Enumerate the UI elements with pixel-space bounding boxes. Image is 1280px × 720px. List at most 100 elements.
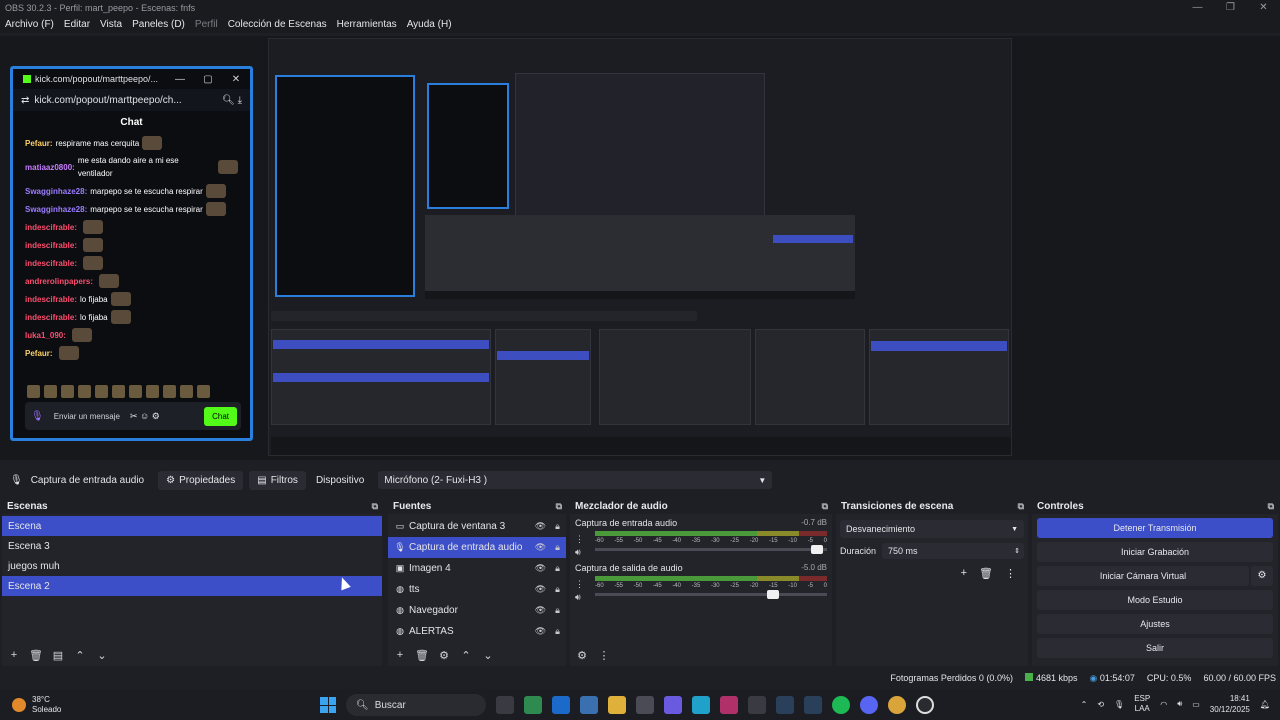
outlook-icon[interactable] [552, 696, 570, 714]
stop-stream-button[interactable]: Detener Transmisión [1037, 518, 1273, 538]
filters-button[interactable]: ▤ Filtros [249, 470, 306, 490]
start-virtual-camera-button[interactable]: Iniciar Cámara Virtual [1037, 566, 1249, 586]
trash-icon[interactable]: 🗑︎ [979, 567, 993, 580]
mixer-menu-icon[interactable]: ⋮ [575, 534, 584, 545]
fader-knob[interactable] [766, 590, 779, 599]
scene-item[interactable]: juegos muh [2, 556, 382, 576]
minimize-button[interactable]: — [1181, 0, 1214, 15]
mixer-menu-icon[interactable]: ⋮ [596, 649, 612, 662]
eye-icon[interactable]: 👁︎ [532, 626, 549, 637]
edge-icon[interactable] [692, 696, 710, 714]
device-select[interactable]: Micrófono (2- Fuxi-H3 ) ▼ [378, 471, 773, 489]
network-icon[interactable]: ⟲ [1097, 700, 1104, 709]
menu-archivo[interactable]: Archivo (F) [5, 19, 54, 30]
dock-float-icon[interactable]: ⧉ [556, 501, 562, 512]
obs-icon[interactable] [916, 696, 934, 714]
battery-icon[interactable]: ▭ [1192, 700, 1200, 709]
settings-button[interactable]: Ajustes [1037, 614, 1273, 634]
dock-float-icon[interactable]: ⧉ [1018, 501, 1024, 512]
chrome-icon[interactable] [888, 696, 906, 714]
dock-float-icon[interactable]: ⧉ [1268, 501, 1274, 512]
exit-button[interactable]: Salir [1037, 638, 1273, 658]
add-icon[interactable]: + [392, 649, 408, 662]
close-button[interactable]: ✕ [1247, 0, 1280, 15]
source-item[interactable]: ◍ ALERTAS 👁︎ 🔒︎ [388, 621, 566, 642]
taskbar-search[interactable]: 🔍︎ Buscar [346, 694, 486, 716]
wifi-icon[interactable]: ◠ [1160, 700, 1167, 709]
source-item[interactable]: 🎙 Captura de entrada audio 👁︎ 🔒︎ [388, 537, 566, 558]
source-item[interactable]: ◍ Navegador 👁︎ 🔒︎ [388, 600, 566, 621]
properties-button[interactable]: ⚙ Propiedades [158, 470, 244, 490]
eye-icon[interactable]: 👁︎ [532, 542, 549, 553]
chevron-up-icon[interactable]: ⌃ [1081, 700, 1088, 709]
eye-icon[interactable]: 👁︎ [532, 521, 549, 532]
menu-paneles[interactable]: Paneles (D) [132, 19, 185, 30]
scene-item[interactable]: Escena [2, 516, 382, 536]
volume-fader[interactable] [595, 590, 827, 599]
store-icon[interactable] [636, 696, 654, 714]
trash-icon[interactable]: 🗑︎ [414, 649, 430, 662]
studio-mode-button[interactable]: Modo Estudio [1037, 590, 1273, 610]
eye-icon[interactable]: 👁︎ [532, 563, 549, 574]
menu-coleccion[interactable]: Colección de Escenas [228, 19, 327, 30]
add-icon[interactable]: + [961, 567, 967, 580]
duration-input[interactable]: 750 ms ⇕ [882, 543, 1024, 559]
fader-knob[interactable] [810, 545, 823, 554]
speaker-icon[interactable]: 🔊︎ [575, 592, 581, 603]
app-icon[interactable] [524, 696, 542, 714]
menu-herramientas[interactable]: Herramientas [337, 19, 397, 30]
menu-perfil[interactable]: Perfil [195, 19, 218, 30]
start-recording-button[interactable]: Iniciar Grabación [1037, 542, 1273, 562]
move-down-icon[interactable]: ⌄ [94, 649, 110, 662]
volume-fader[interactable] [595, 545, 827, 554]
steam-icon[interactable] [804, 696, 822, 714]
task-view-icon[interactable] [496, 696, 514, 714]
lock-icon[interactable]: 🔒︎ [549, 521, 566, 532]
volume-icon[interactable]: 🔊︎ [1177, 699, 1182, 709]
weather-widget[interactable]: 38°C Soleado [12, 695, 61, 715]
app-icon[interactable] [580, 696, 598, 714]
menu-dots-icon[interactable]: ⋮ [1005, 567, 1016, 580]
trash-icon[interactable]: 🗑︎ [28, 649, 44, 662]
clock[interactable]: 18:41 30/12/2025 [1210, 693, 1250, 715]
app-icon[interactable] [720, 696, 738, 714]
mixer-settings-icon[interactable]: ⚙ [574, 649, 590, 662]
source-item[interactable]: ▭ Captura de ventana 3 👁︎ 🔒︎ [388, 516, 566, 537]
lock-icon[interactable]: 🔒︎ [549, 626, 566, 637]
mixer-menu-icon[interactable]: ⋮ [575, 579, 584, 590]
lock-icon[interactable]: 🔒︎ [549, 563, 566, 574]
move-up-icon[interactable]: ⌃ [458, 649, 474, 662]
eye-icon[interactable]: 👁︎ [532, 584, 549, 595]
notification-icon[interactable]: 🔔︎ [1260, 700, 1270, 709]
menu-ayuda[interactable]: Ayuda (H) [407, 19, 452, 30]
windows-start-icon[interactable] [320, 697, 336, 713]
app-icon[interactable] [748, 696, 766, 714]
scene-item[interactable]: Escena 2 [2, 576, 382, 596]
mic-icon[interactable]: 🎙 [1114, 700, 1124, 709]
filter-icon[interactable]: ▤ [50, 649, 66, 662]
file-explorer-icon[interactable] [608, 696, 626, 714]
move-up-icon[interactable]: ⌃ [72, 649, 88, 662]
language-indicator[interactable]: ESP LAA [1134, 694, 1150, 714]
menu-vista[interactable]: Vista [100, 19, 122, 30]
source-item[interactable]: ▣ Imagen 4 👁︎ 🔒︎ [388, 558, 566, 579]
transition-select[interactable]: Desvanecimiento ▼ [840, 520, 1024, 538]
discord-icon[interactable] [860, 696, 878, 714]
maximize-button[interactable]: ❐ [1214, 0, 1247, 15]
lock-icon[interactable]: 🔒︎ [549, 584, 566, 595]
scene-item[interactable]: Escena 3 [2, 536, 382, 556]
lock-icon[interactable]: 🔒︎ [549, 605, 566, 616]
menu-editar[interactable]: Editar [64, 19, 90, 30]
add-icon[interactable]: + [6, 649, 22, 662]
dock-float-icon[interactable]: ⧉ [822, 501, 828, 512]
spotify-icon[interactable] [832, 696, 850, 714]
eye-icon[interactable]: 👁︎ [532, 605, 549, 616]
source-item[interactable]: ◍ tts 👁︎ 🔒︎ [388, 579, 566, 600]
copilot-icon[interactable] [664, 696, 682, 714]
lock-icon[interactable]: 🔒︎ [549, 542, 566, 553]
gear-icon[interactable]: ⚙ [436, 649, 452, 662]
steam-icon[interactable] [776, 696, 794, 714]
stepper-icon[interactable]: ⇕ [1014, 547, 1020, 555]
move-down-icon[interactable]: ⌄ [480, 649, 496, 662]
dock-float-icon[interactable]: ⧉ [372, 501, 378, 512]
